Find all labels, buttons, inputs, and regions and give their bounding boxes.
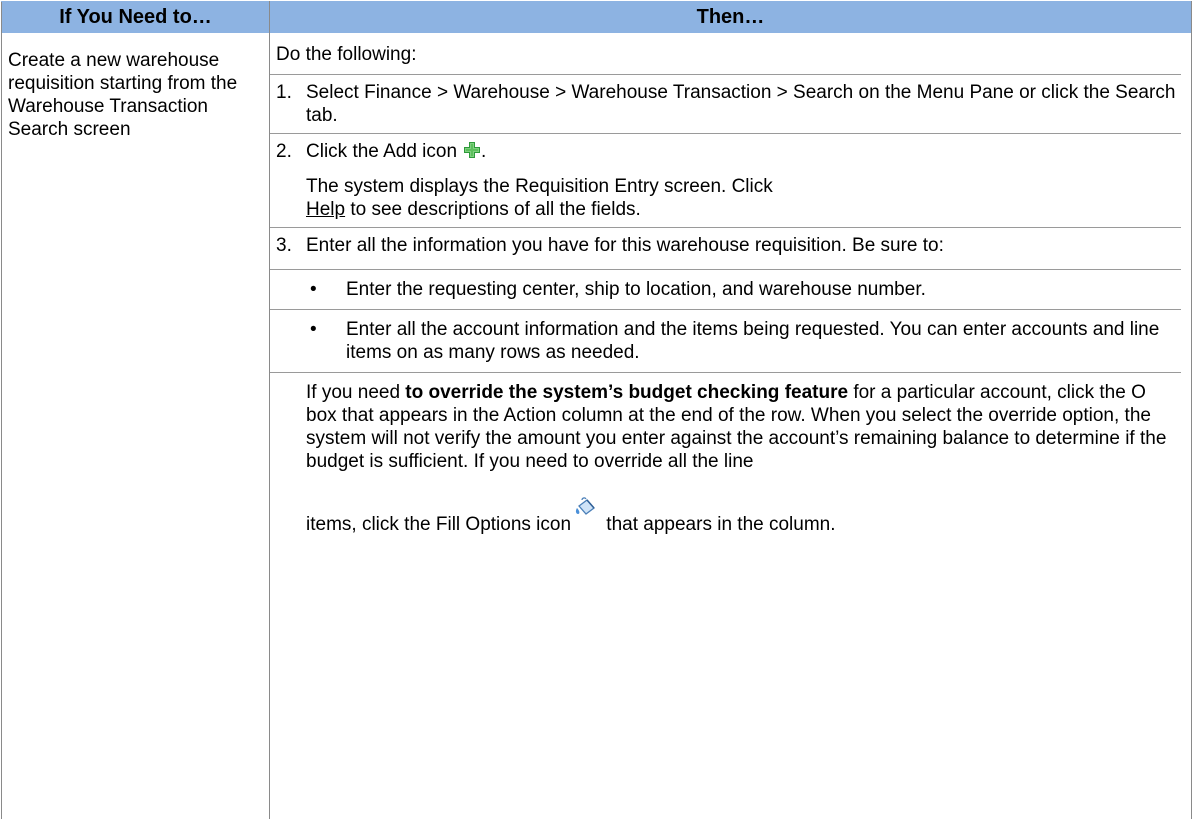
step-note: The system displays the Requisition Entr… bbox=[306, 175, 1181, 221]
override-paragraph: If you need to override the system’s bud… bbox=[270, 372, 1181, 536]
step-text-part: . bbox=[481, 141, 487, 162]
intro-text: Do the following: bbox=[276, 44, 417, 65]
bullet-icon: • bbox=[310, 319, 317, 340]
note-text: The system displays the Requisition Entr… bbox=[306, 176, 773, 197]
add-plus-icon bbox=[463, 141, 481, 159]
document-page: If You Need to… Then… Create a new wareh… bbox=[0, 0, 1201, 819]
procedure-table: If You Need to… Then… Create a new wareh… bbox=[1, 1, 1192, 819]
bullet-text: Enter all the account information and th… bbox=[346, 319, 1160, 363]
condition-text: Create a new warehouse requisition start… bbox=[8, 50, 238, 140]
note-text: to see descriptions of all the fields. bbox=[345, 199, 641, 220]
bullet-list: • Enter the requesting center, ship to l… bbox=[270, 269, 1181, 372]
step-text: Enter all the information you have for t… bbox=[306, 235, 944, 256]
condition-cell: Create a new warehouse requisition start… bbox=[1, 33, 270, 819]
step-text: Select Finance > Warehouse > Warehouse T… bbox=[306, 82, 1176, 126]
header-if-you-need-to: If You Need to… bbox=[1, 1, 270, 33]
list-item: • Enter the requesting center, ship to l… bbox=[270, 269, 1181, 309]
bullet-icon: • bbox=[310, 279, 317, 300]
step-1: 1. Select Finance > Warehouse > Warehous… bbox=[270, 74, 1181, 133]
override-text: If you need bbox=[306, 382, 406, 403]
fill-options-icon bbox=[573, 496, 599, 522]
step-text-part: Click the Add icon bbox=[306, 141, 458, 162]
table-row: Create a new warehouse requisition start… bbox=[1, 33, 1192, 819]
step-text: Click the Add icon. bbox=[306, 140, 1181, 163]
step-3: 3. Enter all the information you have fo… bbox=[270, 227, 1181, 542]
instructions-cell: Do the following: 1. Select Finance > Wa… bbox=[269, 33, 1192, 819]
step-2: 2. Click the Add icon. The system displa… bbox=[270, 133, 1181, 227]
header-then: Then… bbox=[269, 1, 1192, 33]
override-bold-text: to override the system’s budget checking… bbox=[405, 382, 849, 403]
step-number: 1. bbox=[276, 82, 292, 103]
override-text: items, click the Fill Options icon bbox=[306, 514, 572, 535]
override-text: that appears in the column. bbox=[601, 514, 836, 535]
table-header-row: If You Need to… Then… bbox=[1, 1, 1192, 33]
help-link[interactable]: Help bbox=[306, 199, 345, 220]
list-item: • Enter all the account information and … bbox=[270, 309, 1181, 372]
step-number: 2. bbox=[276, 141, 292, 162]
bullet-text: Enter the requesting center, ship to loc… bbox=[346, 279, 926, 300]
